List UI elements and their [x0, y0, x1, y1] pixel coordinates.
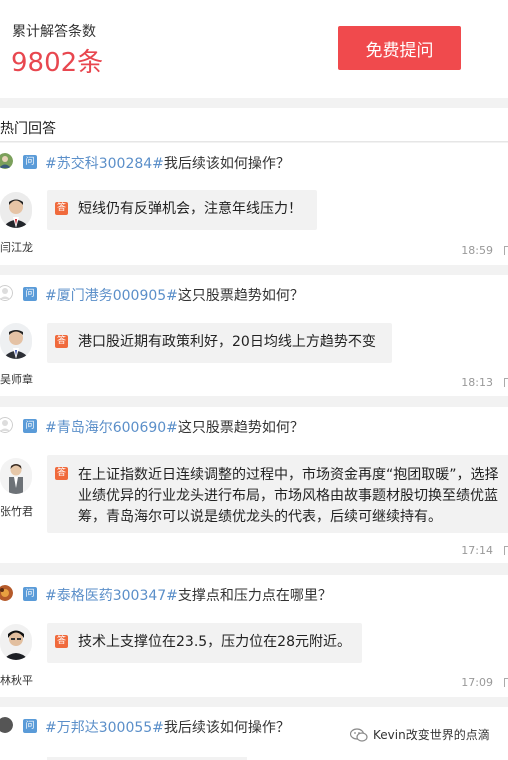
- answer-card[interactable]: 问 #青岛海尔600690#这只股票趋势如何？ 张竹君 答 在上证指数近日连续调…: [0, 407, 508, 563]
- answer-card[interactable]: 问 #厦门港务000905#这只股票趋势如何？ 吴师章 答 港口股近期有政策利好…: [0, 275, 508, 396]
- advisor-avatar[interactable]: [0, 624, 32, 660]
- page: 累计解答条数 9802条 免费提问 热门回答 问 #苏交科300284#我后续该…: [0, 0, 508, 760]
- answer-count-value: 9802条: [11, 48, 104, 78]
- advisor-name: 吴师章: [0, 373, 33, 386]
- answer-text: 短线仍有反弹机会，注意年线压力！: [78, 201, 302, 217]
- answer-tag-icon: 答: [55, 635, 68, 648]
- free-ask-button[interactable]: 免费提问: [338, 26, 461, 70]
- asker-avatar-icon: [0, 717, 13, 733]
- question-body: 我后续该如何操作？: [163, 720, 290, 736]
- question-tag-icon: 问: [23, 287, 37, 301]
- question-body: 这只股票趋势如何？: [177, 288, 304, 304]
- question-tag-icon: 问: [23, 719, 37, 733]
- question-text: #万邦达300055#我后续该如何操作？: [45, 717, 290, 737]
- answer-card[interactable]: 问 #泰格医药300347#支撑点和压力点在哪里？ 林秋平 答 技术上支撑位在2…: [0, 575, 508, 697]
- answer-time: 17:09: [461, 676, 493, 689]
- asker-avatar-icon: [0, 285, 13, 301]
- question-tag-icon: 问: [23, 155, 37, 169]
- question-text: #青岛海尔600690#这只股票趋势如何？: [45, 417, 304, 437]
- question-body: 这只股票趋势如何？: [177, 420, 304, 436]
- answer-text: 技术上支撑位在23.5，压力位在28元附近。: [78, 634, 351, 650]
- advisor-name: 林秋平: [0, 674, 33, 687]
- watermark: Kevin改变世界的点滴: [350, 726, 490, 743]
- hot-answers-title: 热门回答: [0, 108, 508, 142]
- question-text: #泰格医药300347#支撑点和压力点在哪里？: [45, 585, 332, 605]
- question-text: #厦门港务000905#这只股票趋势如何？: [45, 285, 304, 305]
- advisor-avatar[interactable]: [0, 458, 32, 494]
- question-row[interactable]: 问 #厦门港务000905#这只股票趋势如何？: [0, 275, 508, 311]
- answer-bubble: 答 在上证指数近日连续调整的过程中，市场资金再度“抱团取暖”，选择 业绩优异的行…: [47, 455, 508, 533]
- answer-bubble: 答 技术上支撑位在23.5，压力位在28元附近。: [47, 623, 362, 663]
- question-body: 我后续该如何操作？: [163, 156, 290, 172]
- answer-time: 18:59: [461, 244, 493, 257]
- answer-tag-icon: 答: [55, 335, 68, 348]
- advisor-avatar[interactable]: [0, 192, 32, 228]
- asker-avatar-icon: [0, 153, 13, 169]
- answer-time: 18:13: [461, 376, 493, 389]
- answer-card[interactable]: 问 #苏交科300284#我后续该如何操作？ 闫江龙 答 短线仍有反弹机会，注意…: [0, 143, 508, 265]
- corner-icon: [504, 678, 508, 687]
- wechat-icon: [350, 727, 368, 742]
- answer-bubble: 答 短线仍有反弹机会，注意年线压力！: [47, 190, 317, 230]
- question-row[interactable]: 问 #青岛海尔600690#这只股票趋势如何？: [0, 407, 508, 443]
- watermark-text: Kevin改变世界的点滴: [373, 728, 490, 742]
- question-tag-icon: 问: [23, 587, 37, 601]
- answer-bubble: 答 港口股近期有政策利好，20日均线上方趋势不变: [47, 323, 392, 363]
- stock-tag[interactable]: #万邦达300055#: [45, 720, 164, 736]
- corner-icon: [504, 246, 508, 255]
- advisor-name: 闫江龙: [0, 241, 33, 254]
- stock-tag[interactable]: #青岛海尔600690#: [45, 420, 178, 436]
- question-body: 支撑点和压力点在哪里？: [177, 588, 332, 604]
- stats-header: 累计解答条数 9802条 免费提问: [0, 0, 508, 98]
- question-tag-icon: 问: [23, 419, 37, 433]
- corner-icon: [504, 378, 508, 387]
- asker-avatar-icon: [0, 417, 13, 433]
- answer-tag-icon: 答: [55, 202, 68, 215]
- answer-time: 17:14: [461, 544, 493, 557]
- question-row[interactable]: 问 #苏交科300284#我后续该如何操作？: [0, 143, 508, 179]
- question-text: #苏交科300284#我后续该如何操作？: [45, 153, 290, 173]
- stock-tag[interactable]: #苏交科300284#: [45, 156, 164, 172]
- advisor-avatar[interactable]: [0, 323, 32, 359]
- answer-text: 在上证指数近日连续调整的过程中，市场资金再度“抱团取暖”，选择 业绩优异的行业龙…: [78, 467, 499, 525]
- corner-icon: [504, 546, 508, 555]
- answer-text: 港口股近期有政策利好，20日均线上方趋势不变: [78, 334, 376, 350]
- question-row[interactable]: 问 #泰格医药300347#支撑点和压力点在哪里？: [0, 575, 508, 611]
- asker-avatar-icon: [0, 585, 13, 601]
- advisor-name: 张竹君: [0, 505, 33, 518]
- answer-count-label: 累计解答条数: [12, 24, 96, 40]
- stock-tag[interactable]: #厦门港务000905#: [45, 288, 178, 304]
- stock-tag[interactable]: #泰格医药300347#: [45, 588, 178, 604]
- answer-tag-icon: 答: [55, 467, 68, 480]
